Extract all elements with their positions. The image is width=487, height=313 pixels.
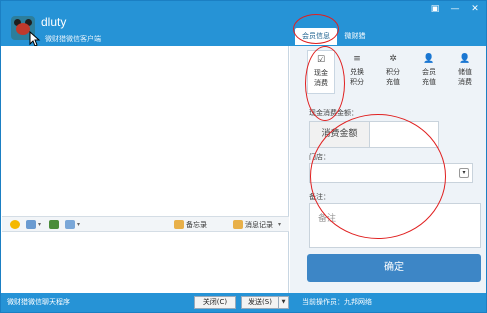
chat-message-area[interactable] [2, 46, 289, 216]
close-chat-button[interactable]: 关闭(C) [194, 296, 236, 309]
tab-weicailie[interactable]: 微财猎 [338, 28, 372, 45]
remark-placeholder: 备注 [318, 214, 337, 224]
check-square-icon: ☑ [316, 55, 326, 65]
func-stored-value-consume[interactable]: 👤 储值 消费 [451, 50, 479, 94]
func-label: 会员 [422, 68, 436, 76]
func-label: 积分 [350, 78, 364, 86]
func-label: 充值 [422, 78, 436, 86]
send-button[interactable]: 发送(S) [241, 296, 279, 309]
restore-button[interactable]: ▣ [428, 4, 442, 14]
func-redeem-points[interactable]: ≡ 兑换 积分 [343, 50, 371, 94]
remark-label: 备注： [309, 193, 330, 201]
confirm-button[interactable]: 确定 [307, 254, 481, 282]
chevron-down-icon[interactable]: ▾ [278, 221, 281, 228]
chevron-down-icon[interactable]: ▾ [459, 168, 469, 178]
app-window: dluty 微财猎微信客户端 ▣ — ✕ 会员信息 微财猎 ▾ ▾ 备忘录 消息… [0, 0, 487, 313]
func-label: 兑换 [350, 68, 364, 76]
title-bar: dluty 微财猎微信客户端 ▣ — ✕ 会员信息 微财猎 [1, 1, 486, 47]
member-panel: ☑ 现金 消费 ≡ 兑换 积分 ✲ 积分 充值 👤 会员 充值 👤 储值 消费 … [290, 46, 486, 293]
store-label: 门店： [309, 153, 330, 161]
func-label: 储值 [458, 68, 472, 76]
remark-textarea[interactable]: 备注 [309, 203, 481, 248]
func-label: 积分 [386, 68, 400, 76]
memo-icon[interactable] [174, 220, 184, 229]
image-icon[interactable] [49, 220, 59, 229]
chevron-down-icon[interactable]: ▾ [38, 221, 41, 228]
func-label: 充值 [386, 78, 400, 86]
gear-icon: ✲ [389, 54, 397, 64]
bottom-bar: 微财猎微信聊天程序 关闭(C) 发送(S) ▼ 当前操作员：九邦网络 [1, 293, 486, 312]
history-icon[interactable] [233, 220, 243, 229]
chevron-down-icon[interactable]: ▼ [279, 296, 289, 309]
store-select[interactable]: ▾ [309, 163, 473, 183]
amount-field[interactable]: 消费金额 [309, 121, 439, 148]
func-member-recharge[interactable]: 👤 会员 充值 [415, 50, 443, 94]
memo-button[interactable]: 备忘录 [186, 219, 207, 231]
emoji-icon[interactable] [10, 220, 20, 229]
client-status-text: 微财猎微信客户端 [45, 35, 101, 43]
user-icon: 👤 [459, 54, 471, 64]
avatar-face [16, 23, 30, 35]
app-name-text: 微财猎微信聊天程序 [7, 298, 70, 306]
function-bar: ☑ 现金 消费 ≡ 兑换 积分 ✲ 积分 充值 👤 会员 充值 👤 储值 消费 [307, 50, 486, 94]
message-history-button[interactable]: 消息记录 [245, 219, 273, 231]
func-label: 现金 [314, 69, 328, 77]
close-window-button[interactable]: ✕ [468, 4, 482, 14]
func-label: 消费 [314, 79, 328, 87]
func-points-recharge[interactable]: ✲ 积分 充值 [379, 50, 407, 94]
file-icon[interactable] [65, 220, 75, 229]
cash-amount-label: 现金消费金额： [309, 109, 358, 117]
current-operator: 当前操作员：九邦网络 [302, 298, 372, 306]
chat-toolbar: ▾ ▾ 备忘录 消息记录 ▾ [2, 216, 289, 232]
minimize-button[interactable]: — [448, 4, 462, 14]
user-icon: 👤 [423, 54, 435, 64]
message-input[interactable] [2, 232, 289, 293]
chevron-down-icon[interactable]: ▾ [77, 221, 80, 228]
screenshot-icon[interactable] [26, 220, 36, 229]
mouse-cursor-icon [29, 31, 41, 47]
func-label: 消费 [458, 78, 472, 86]
list-icon: ≡ [353, 54, 361, 64]
amount-addon-label: 消费金额 [310, 122, 370, 147]
username: dluty [41, 15, 67, 29]
tab-member-info[interactable]: 会员信息 [295, 28, 337, 45]
func-cash-consume[interactable]: ☑ 现金 消费 [307, 50, 335, 94]
